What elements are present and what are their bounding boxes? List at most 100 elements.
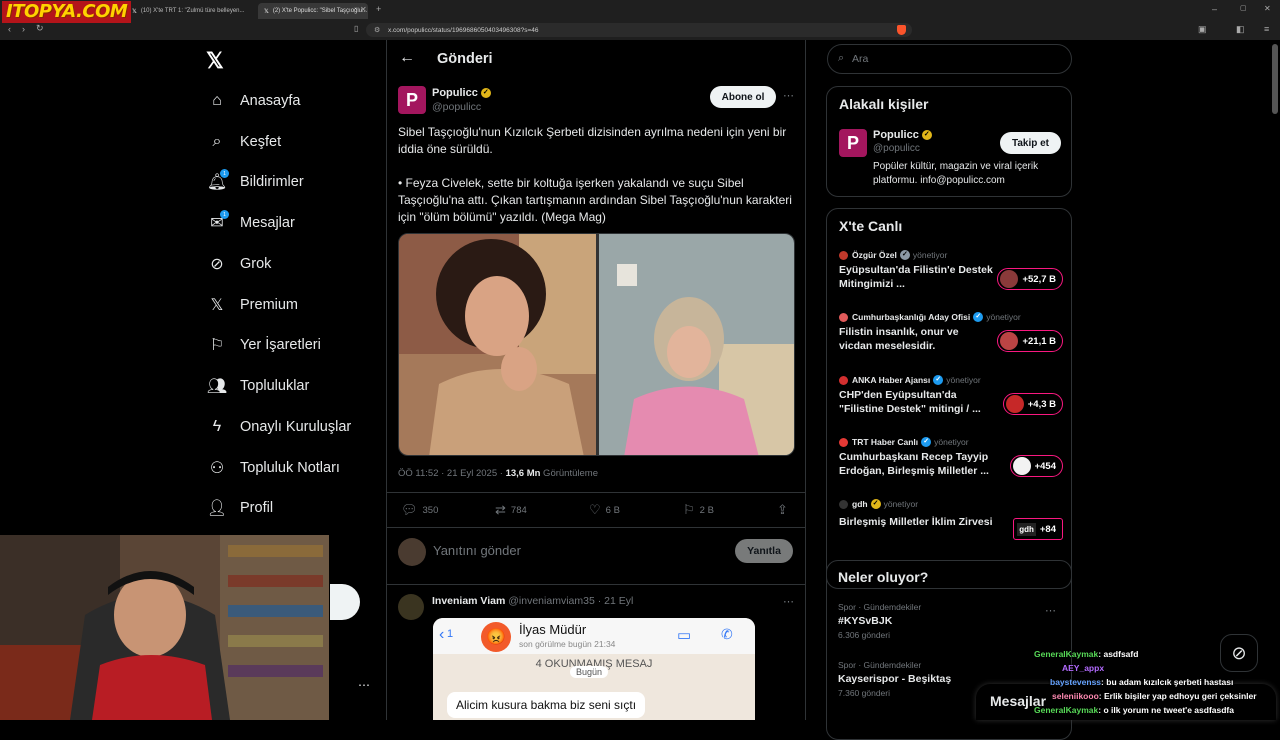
maximize-icon[interactable]: ▢ xyxy=(1240,4,1247,12)
bookmark-icon: ⚐ xyxy=(683,502,695,517)
chat-user: seleniikooo xyxy=(1052,691,1099,701)
scrollbar[interactable] xyxy=(1272,44,1278,114)
back-arrow-icon[interactable]: ← xyxy=(399,49,415,67)
follow-button[interactable]: Takip et xyxy=(1000,132,1061,154)
new-tab-icon[interactable]: + xyxy=(376,4,381,14)
grok-icon[interactable]: ⊘ xyxy=(1220,634,1258,672)
card-title: X'te Canlı xyxy=(839,218,903,234)
live-item[interactable]: ANKA Haber Ajansı ✓ yönetiyor CHP'den Eyüp… xyxy=(839,375,1063,425)
live-item[interactable]: gdh ✓ yönetiyor Birleşmiş Milletler İklim … xyxy=(839,499,1063,549)
address-bar[interactable]: ⚙ x.com/populicc/status/1969686050403496… xyxy=(366,23,912,37)
webcam-overlay xyxy=(0,535,329,720)
menu-icon[interactable]: ≡ xyxy=(1264,24,1269,34)
chat-user: GeneralKaymak xyxy=(1034,705,1099,715)
related-handle: @populicc xyxy=(873,143,920,154)
reply-input[interactable]: Yanıtını gönder xyxy=(433,543,521,558)
avatar[interactable]: P xyxy=(398,86,426,114)
avatar[interactable] xyxy=(398,594,424,620)
x-logo-icon: 𝕏 xyxy=(210,297,224,314)
repost-action[interactable]: ⇄ 784 xyxy=(495,502,527,518)
search-input[interactable]: ⌕ Ara xyxy=(827,44,1072,74)
hosting-label: yönetiyor xyxy=(934,437,969,447)
close-tab-icon[interactable]: ✕ xyxy=(360,5,367,14)
sidebar-item-premium[interactable]: 𝕏 Premium xyxy=(206,287,298,323)
reply-button[interactable]: Yanıtla xyxy=(735,539,793,563)
verified-badge-icon: ✓ xyxy=(870,499,881,509)
bookmark-icon: ⚐ xyxy=(209,337,225,354)
sidebar-item-bookmarks[interactable]: ⚐ Yer İşaretleri xyxy=(206,327,321,363)
host-avatar xyxy=(839,312,848,322)
listener-count: gdh +84 xyxy=(1013,518,1063,540)
author-name[interactable]: Populicc ✓ xyxy=(432,87,491,99)
listener-count-text: +21,1 B xyxy=(1022,335,1056,347)
sidebar-item-explore[interactable]: ⌕ Keşfet xyxy=(206,124,282,160)
like-count: 6 B xyxy=(605,504,620,516)
more-options-icon[interactable]: ⋯ xyxy=(358,678,370,692)
shield-icon[interactable] xyxy=(897,25,906,35)
live-item[interactable]: Cumhurbaşkanlığı Aday Ofisi ✓ yönetiyor Fi… xyxy=(839,312,1063,362)
listener-avatar xyxy=(1012,457,1031,475)
trend-item[interactable]: Spor · Gündemdekiler #KYSvBJK 6.306 gönd… xyxy=(838,602,1062,640)
extensions-icon[interactable]: ▣ xyxy=(1198,24,1207,35)
minimize-icon[interactable]: – xyxy=(1212,4,1217,14)
window-close-icon[interactable]: ✕ xyxy=(1264,4,1271,13)
sidebar-icon[interactable]: ◧ xyxy=(1236,24,1245,35)
reply-media[interactable]: ‹ 1 😡 İlyas Müdür son görülme bugün 21:3… xyxy=(433,618,755,720)
back-icon[interactable]: ‹ xyxy=(8,24,11,34)
host-name: gdh xyxy=(852,499,868,509)
sidebar-item-notifications[interactable]: 🔔︎ 1 Bildirimler xyxy=(206,164,304,200)
hosting-label: yönetiyor xyxy=(883,499,919,509)
follow-button[interactable]: Abone ol xyxy=(710,86,776,108)
reply-author[interactable]: Inveniam Viam @inveniamviam35 · 21 Eyl xyxy=(432,595,633,607)
more-options-icon[interactable]: ⋯ xyxy=(783,89,794,102)
live-item[interactable]: TRT Haber Canlı ✓ yönetiyor Cumhurbaşkanı … xyxy=(839,437,1063,487)
sidebar-item-label: Topluluk Notları xyxy=(240,460,340,476)
more-options-icon[interactable]: ⋯ xyxy=(783,595,794,608)
bookmark-page-icon[interactable]: ▯ xyxy=(354,24,358,33)
x-logo-icon[interactable]: 𝕏 xyxy=(206,48,224,74)
chat-line: seleniikooo: Erlik bişiler yap edhoyu ge… xyxy=(1052,691,1257,701)
live-item[interactable]: Özgür Özel ✓ yönetiyor Eyüpsultan'da Filis… xyxy=(839,250,1063,300)
bookmark-action[interactable]: ⚐ 2 B xyxy=(683,502,714,518)
search-icon: ⌕ xyxy=(212,133,222,150)
related-name[interactable]: Populicc ✓ xyxy=(873,129,932,141)
tweet-media[interactable] xyxy=(398,233,795,456)
like-action[interactable]: ♡ 6 B xyxy=(589,502,620,518)
sidebar-item-label: Profil xyxy=(240,500,274,516)
sidebar-item-verified-orgs[interactable]: ϟ Onaylı Kuruluşlar xyxy=(206,409,351,445)
browser-tab-1[interactable]: 𝕏 (10) X'te TRT 1: "Zulmü türe belleyen.… xyxy=(126,3,256,19)
sidebar-item-profile[interactable]: 👤︎ Profil xyxy=(206,490,273,526)
browser-tab-2[interactable]: 𝕏 (2) X'te Populicc: "Sibel Taşçıoğlu... xyxy=(258,3,368,19)
sidebar-item-label: Onaylı Kuruluşlar xyxy=(240,419,352,435)
listener-count: +4,3 B xyxy=(1002,393,1063,415)
more-options-icon[interactable]: ⋯ xyxy=(1045,604,1056,617)
tweet-text: Sibel Taşçıoğlu'nun Kızılcık Şerbeti diz… xyxy=(398,125,792,224)
reload-icon[interactable]: ↻ xyxy=(36,23,44,34)
sidebar-item-home[interactable]: ⌂ Anasayfa xyxy=(206,83,300,119)
live-host: ANKA Haber Ajansı ✓ yönetiyor xyxy=(839,375,1063,385)
share-action[interactable]: ⇪ xyxy=(777,502,793,518)
host-name: Özgür Özel xyxy=(852,250,897,260)
sidebar-item-communities[interactable]: 👥︎ Topluluklar xyxy=(206,368,309,404)
chat-text: bu adam kızılcık şerbeti hastası xyxy=(1106,677,1234,687)
sidebar-item-community-notes[interactable]: ⚇ Topluluk Notları xyxy=(206,450,340,486)
reply-action[interactable]: 💬︎ 350 xyxy=(401,502,438,518)
author-handle[interactable]: @populicc xyxy=(432,101,481,113)
trend-category: Spor · Gündemdekiler xyxy=(838,602,922,612)
verified-badge-icon: ✓ xyxy=(480,88,491,99)
verified-badge-icon: ✓ xyxy=(933,375,944,385)
x-favicon-icon: 𝕏 xyxy=(132,8,137,15)
author-name-text: Populicc xyxy=(432,87,478,99)
chat-user: baystevenss xyxy=(1050,677,1102,687)
post-button[interactable] xyxy=(330,584,360,620)
sidebar-item-messages[interactable]: ✉ 1 Mesajlar xyxy=(206,205,295,241)
sidebar-item-grok[interactable]: ⊘ Grok xyxy=(206,246,271,282)
forward-icon[interactable]: › xyxy=(22,24,25,34)
chevron-left-icon: ‹ xyxy=(439,626,445,643)
tweet-time[interactable]: ÖÖ 11:52 · 21 Eyl 2025 · xyxy=(398,468,506,479)
avatar[interactable]: P xyxy=(839,129,867,157)
sidebar-item-label: Topluluklar xyxy=(240,378,310,394)
live-title: Filistin insanlık, onur ve vicdan mesele… xyxy=(839,326,959,352)
sidebar-item-label: Bildirimler xyxy=(240,174,304,190)
divider xyxy=(387,584,805,585)
